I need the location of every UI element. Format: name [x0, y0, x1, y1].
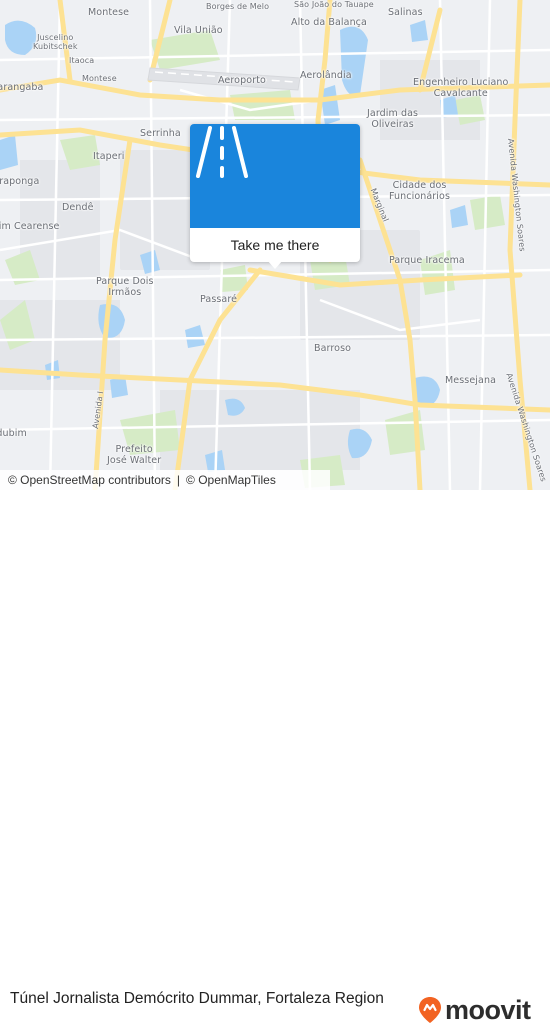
label-mondubim: Mondubim [0, 428, 27, 439]
label-serrinha: Serrinha [140, 128, 181, 139]
road-icon [196, 126, 248, 178]
label-montese-top: Montese [88, 7, 130, 18]
label-passare: Passaré [200, 294, 238, 305]
label-salinas: Salinas [388, 7, 423, 18]
label-parque-dois-irmaos: Parque Dois Irmãos [96, 276, 154, 298]
label-aeroporto: Aeroporto [218, 75, 266, 86]
popup-header [190, 124, 360, 228]
label-itaoca: Itaoca [69, 56, 95, 65]
osm-attribution-link[interactable]: © OpenStreetMap contributors [8, 473, 171, 487]
brand-name: moovit [445, 994, 531, 1025]
label-parque-iracema: Parque Iracema [389, 255, 465, 266]
destination-popup: Take me there [190, 124, 360, 269]
label-jardim-das-oliveiras: Jardim das Oliveiras [367, 108, 419, 130]
label-maraponga: Maraponga [0, 176, 40, 187]
label-barroso: Barroso [314, 343, 352, 354]
label-alto-da-balanca: Alto da Balança [291, 17, 367, 28]
location-pin-icon [419, 997, 441, 1023]
label-prefeito-jose-walter: Prefeito José Walter [107, 444, 162, 466]
label-engenheiro-luciano-cavalcante: Engenheiro Luciano Cavalcante [413, 77, 509, 99]
label-cidade-dos-funcionarios: Cidade dos Funcionários [389, 180, 451, 202]
map-canvas[interactable]: Montese Borges de Melo São João do Tauap… [0, 0, 550, 490]
label-messejana: Messejana [445, 375, 496, 386]
label-juscelino-kubitschek: Juscelino Kubitschek [33, 33, 78, 51]
location-title: Túnel Jornalista Demócrito Dummar, Forta… [10, 990, 384, 1007]
label-montese: Montese [82, 74, 117, 83]
label-dende: Dendê [62, 202, 94, 213]
label-parangaba: Parangaba [0, 82, 44, 93]
popup-pointer [267, 260, 283, 269]
footer: Túnel Jornalista Demócrito Dummar, Forta… [0, 490, 550, 1025]
attribution-separator: | [176, 473, 181, 487]
label-borges-de-melo: Borges de Melo [206, 2, 270, 11]
label-itaperi: Itaperi [93, 151, 125, 162]
label-vila-uniao: Vila União [174, 25, 223, 36]
label-sao-joao-do-tauape: São João do Tauape [294, 0, 374, 9]
take-me-there-button[interactable]: Take me there [190, 228, 360, 262]
moovit-logo[interactable]: moovit [418, 994, 531, 1026]
label-aerolandia: Aerolândia [300, 70, 352, 81]
label-jardim-cearense: Jardim Cearense [0, 221, 60, 232]
map-attribution: © OpenStreetMap contributors | © OpenMap… [0, 470, 330, 490]
omt-attribution-link[interactable]: © OpenMapTiles [186, 473, 276, 487]
